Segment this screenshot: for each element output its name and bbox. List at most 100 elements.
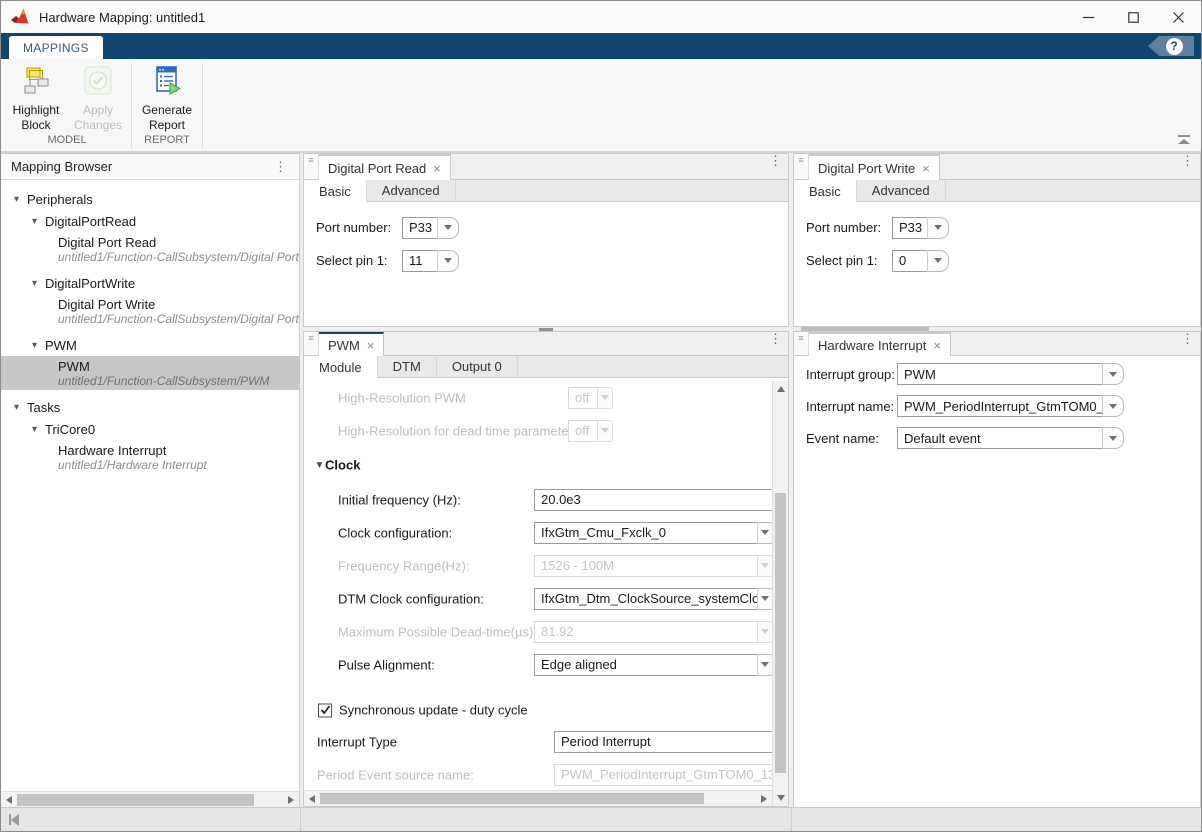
vertical-scrollbar[interactable] xyxy=(772,381,788,806)
tree-item-pwm-block-selected[interactable]: PWM untitled1/Function-CallSubsystem/PWM xyxy=(1,356,299,390)
chevron-down-icon[interactable] xyxy=(1102,363,1124,385)
clock-configuration-row: Clock configuration: IfxGtm_Cmu_Fxclk_0 xyxy=(304,516,772,549)
chevron-down-icon[interactable]: ▾ xyxy=(11,194,22,205)
help-button[interactable]: ? xyxy=(1148,36,1194,56)
horizontal-scrollbar[interactable] xyxy=(304,790,772,806)
period-event-row: Period Event source name: PWM_PeriodInte… xyxy=(304,758,772,790)
scroll-left-icon[interactable] xyxy=(304,791,320,806)
scroll-left-icon[interactable] xyxy=(1,792,17,808)
sync-update-checkbox[interactable] xyxy=(318,703,332,717)
chevron-down-icon: ▾ xyxy=(317,460,322,471)
initial-frequency-input[interactable]: 20.0e3 xyxy=(534,489,772,511)
tab-pwm[interactable]: PWM × xyxy=(319,332,384,356)
event-name-dropdown[interactable]: Default event xyxy=(897,427,1124,449)
scroll-down-icon[interactable] xyxy=(773,790,788,806)
chevron-down-icon[interactable] xyxy=(757,654,772,676)
grip-icon[interactable]: ≡ xyxy=(794,332,809,355)
grip-icon[interactable]: ≡ xyxy=(304,154,319,179)
tab-output0[interactable]: Output 0 xyxy=(437,356,518,377)
check-icon xyxy=(320,705,331,716)
grip-icon[interactable]: ≡ xyxy=(794,154,809,179)
scrollbar-thumb[interactable] xyxy=(775,493,786,773)
panel-menu-icon[interactable]: ⋮ xyxy=(268,160,293,173)
clock-configuration-dropdown[interactable]: IfxGtm_Cmu_Fxclk_0 xyxy=(534,522,772,544)
tree-item-digitalportwrite[interactable]: ▾ DigitalPortWrite xyxy=(1,272,299,294)
panel-menu-icon[interactable]: ⋮ xyxy=(763,332,788,355)
scroll-up-icon[interactable] xyxy=(773,381,788,397)
chevron-down-icon[interactable] xyxy=(757,522,772,544)
dtm-clock-configuration-dropdown[interactable]: IfxGtm_Dtm_ClockSource_systemClock xyxy=(534,588,772,610)
panel-menu-icon[interactable]: ⋮ xyxy=(1175,154,1200,179)
collapse-panel-icon[interactable] xyxy=(9,813,23,826)
close-tab-icon[interactable]: × xyxy=(922,162,930,175)
collapse-ribbon-icon[interactable] xyxy=(1177,135,1191,145)
clock-section-header[interactable]: ▾Clock xyxy=(304,447,772,483)
dropdown-value: PWM_PeriodInterrupt_GtmTOM0_13 xyxy=(897,395,1103,417)
chevron-down-icon[interactable] xyxy=(437,217,459,239)
close-tab-icon[interactable]: × xyxy=(933,339,941,352)
panel-menu-icon[interactable]: ⋮ xyxy=(763,154,788,179)
scrollbar-thumb[interactable] xyxy=(17,794,254,806)
port-number-dropdown[interactable]: P33 xyxy=(402,217,459,239)
chevron-down-icon[interactable]: ▾ xyxy=(11,402,22,413)
tree-item-tricore0[interactable]: ▾ TriCore0 xyxy=(1,418,299,440)
chevron-down-icon[interactable] xyxy=(437,250,459,272)
select-pin-dropdown[interactable]: 0 xyxy=(892,250,949,272)
chevron-down-icon[interactable]: ▾ xyxy=(29,278,40,289)
minimize-icon[interactable] xyxy=(1066,1,1111,33)
pulse-alignment-dropdown[interactable]: Edge aligned xyxy=(534,654,772,676)
chevron-down-icon[interactable]: ▾ xyxy=(29,424,40,435)
tab-mappings[interactable]: MAPPINGS xyxy=(9,36,103,59)
tab-digital-port-read[interactable]: Digital Port Read × xyxy=(319,154,451,180)
tab-digital-port-write[interactable]: Digital Port Write × xyxy=(809,154,940,180)
tab-advanced[interactable]: Advanced xyxy=(857,180,946,201)
chevron-down-icon[interactable] xyxy=(927,217,949,239)
tree-item-label: DigitalPortWrite xyxy=(45,276,135,291)
interrupt-name-dropdown[interactable]: PWM_PeriodInterrupt_GtmTOM0_13 xyxy=(897,395,1124,417)
close-icon[interactable] xyxy=(1156,1,1201,33)
close-tab-icon[interactable]: × xyxy=(367,339,375,352)
tree-item-tasks[interactable]: ▾ Tasks xyxy=(1,396,299,418)
chevron-down-icon[interactable] xyxy=(927,250,949,272)
tree-item-path: untitled1/Hardware Interrupt xyxy=(58,458,207,472)
tree-item-pwm-group[interactable]: ▾ PWM xyxy=(1,334,299,356)
grip-icon[interactable]: ≡ xyxy=(304,332,319,355)
generate-report-button[interactable]: Generate Report xyxy=(134,59,200,134)
close-tab-icon[interactable]: × xyxy=(433,162,441,175)
tree-item-digital-port-read-block[interactable]: Digital Port Read untitled1/Function-Cal… xyxy=(1,232,299,266)
maximize-icon[interactable] xyxy=(1111,1,1156,33)
interrupt-group-dropdown[interactable]: PWM xyxy=(897,363,1124,385)
input-value: PWM_PeriodInterrupt_GtmTOM0_13 xyxy=(561,767,772,782)
mapping-browser-title: Mapping Browser xyxy=(11,159,112,174)
scroll-right-icon[interactable] xyxy=(756,791,772,806)
interrupt-group-row: Interrupt group: PWM xyxy=(794,358,1200,390)
chevron-down-icon[interactable] xyxy=(1102,427,1124,449)
tab-basic[interactable]: Basic xyxy=(794,180,857,202)
dropdown-value: IfxGtm_Dtm_ClockSource_systemClock xyxy=(534,588,758,610)
tab-basic[interactable]: Basic xyxy=(304,180,367,202)
chevron-down-icon[interactable]: ▾ xyxy=(29,216,40,227)
panel-menu-icon[interactable]: ⋮ xyxy=(1175,332,1200,355)
interrupt-type-input[interactable]: Period Interrupt xyxy=(554,731,772,753)
horizontal-scrollbar[interactable] xyxy=(1,791,299,808)
highlight-block-button[interactable]: Highlight Block xyxy=(5,59,67,134)
splitter-handle[interactable] xyxy=(539,328,553,331)
chevron-down-icon[interactable] xyxy=(1102,395,1124,417)
tree-item-digital-port-write-block[interactable]: Digital Port Write untitled1/Function-Ca… xyxy=(1,294,299,328)
tab-dtm[interactable]: DTM xyxy=(378,356,437,377)
port-number-label: Port number: xyxy=(806,220,892,235)
tab-advanced[interactable]: Advanced xyxy=(367,180,456,201)
select-pin-dropdown[interactable]: 11 xyxy=(402,250,459,272)
tree-item-name: PWM xyxy=(58,359,90,374)
chevron-down-icon xyxy=(757,555,772,577)
scrollbar-thumb[interactable] xyxy=(320,793,704,804)
tree-item-hardware-interrupt-block[interactable]: Hardware Interrupt untitled1/Hardware In… xyxy=(1,440,299,474)
tree-item-digitalportread[interactable]: ▾ DigitalPortRead xyxy=(1,210,299,232)
scroll-right-icon[interactable] xyxy=(283,792,299,808)
chevron-down-icon[interactable]: ▾ xyxy=(29,340,40,351)
tree-item-peripherals[interactable]: ▾ Peripherals xyxy=(1,188,299,210)
tab-module[interactable]: Module xyxy=(304,356,378,378)
port-number-dropdown[interactable]: P33 xyxy=(892,217,949,239)
chevron-down-icon[interactable] xyxy=(757,588,772,610)
tab-hardware-interrupt[interactable]: Hardware Interrupt × xyxy=(809,332,951,356)
